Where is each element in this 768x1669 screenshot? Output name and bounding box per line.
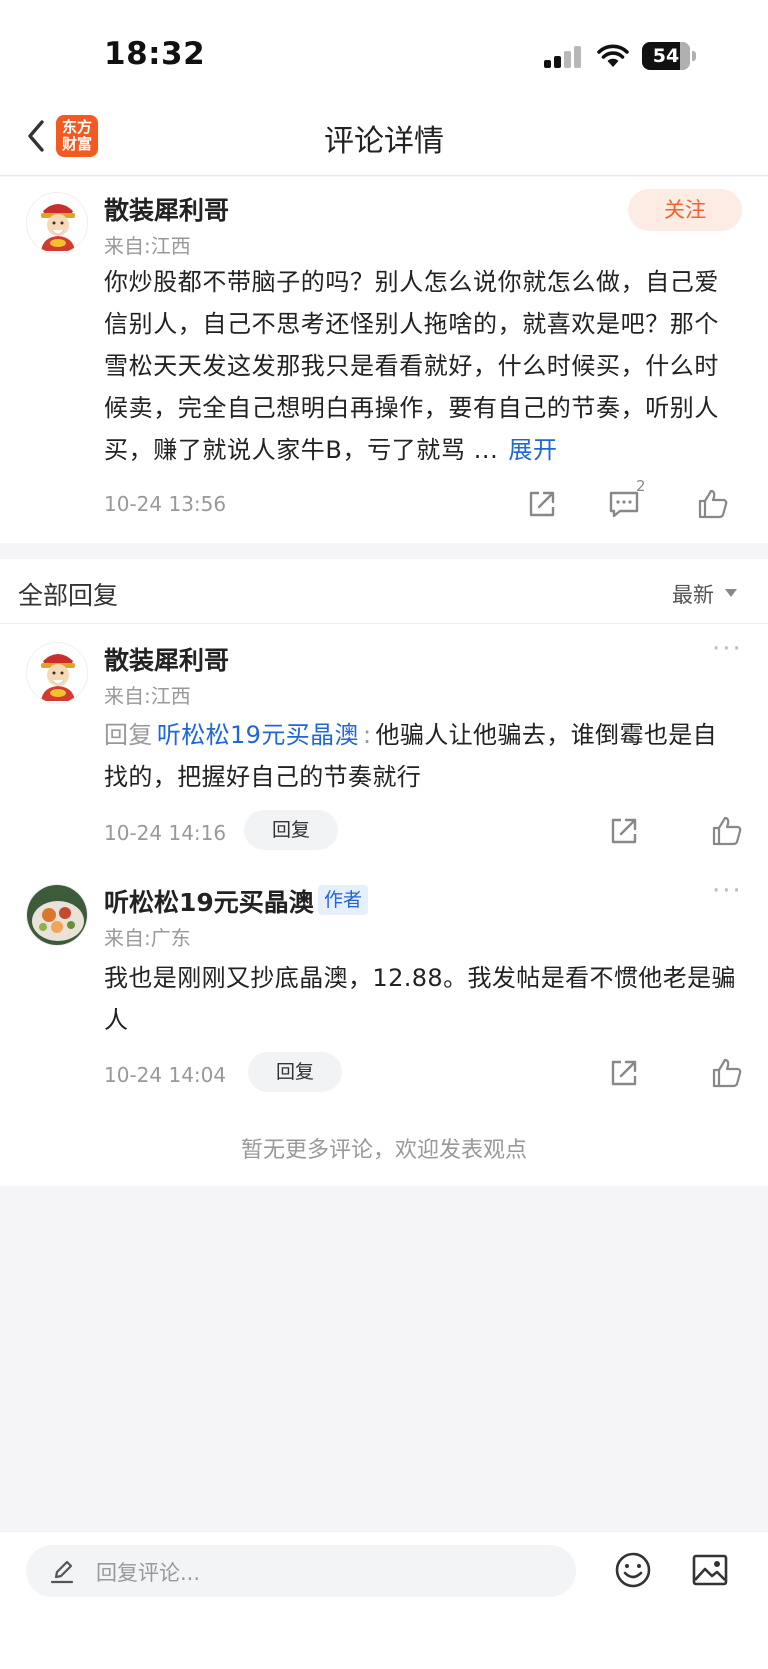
- avatar[interactable]: [26, 884, 88, 946]
- reply-body: 我也是刚刚又抄底晶澳，12.88。我发帖是看不惯他老是骗人: [104, 964, 736, 1034]
- like-icon[interactable]: [710, 1056, 744, 1090]
- share-icon[interactable]: [607, 814, 641, 848]
- page-title: 评论详情: [324, 124, 444, 159]
- location: 来自:江西: [104, 684, 191, 708]
- caishen-avatar-icon: [27, 643, 87, 703]
- cellular-signal-icon: [544, 44, 584, 68]
- like-icon[interactable]: [710, 814, 744, 848]
- reply-text: 回复 听松松19元买晶澳: 他骗人让他骗去，谁倒霉也是自找的，把握好自己的节奏就行: [104, 714, 740, 798]
- food-photo-avatar-icon: [27, 885, 87, 945]
- replies-header: 全部回复 最新: [0, 559, 768, 624]
- reply-input[interactable]: 回复评论...: [26, 1545, 576, 1597]
- bottom-input-bar: 回复评论...: [0, 1531, 768, 1669]
- sort-select[interactable]: 最新: [672, 579, 714, 609]
- author-tag: 作者: [318, 885, 369, 915]
- comment-count: 2: [636, 477, 646, 495]
- more-icon[interactable]: ···: [712, 634, 743, 664]
- share-icon[interactable]: [607, 1056, 641, 1090]
- battery-icon: 54: [642, 42, 690, 70]
- expand-link[interactable]: 展开: [508, 436, 557, 464]
- follow-button[interactable]: 关注: [628, 189, 742, 231]
- status-time: 18:32: [104, 36, 206, 72]
- share-icon[interactable]: [525, 487, 559, 521]
- emoji-icon[interactable]: [613, 1550, 653, 1590]
- reply-prefix: 回复: [104, 721, 153, 749]
- replies-list: 散装犀利哥 ··· 来自:江西 回复 听松松19元买晶澳: 他骗人让他骗去，谁倒霉也…: [0, 624, 768, 1186]
- main-comment: 散装犀利哥 来自:江西 关注 你炒股都不带脑子的吗？别人怎么说你就怎么做，自己爱…: [0, 177, 768, 543]
- comment-time: 10-24 13:56: [104, 492, 227, 516]
- battery-level: 54: [652, 45, 680, 67]
- pencil-icon: [50, 1560, 74, 1584]
- username[interactable]: 听松松19元买晶澳: [104, 883, 314, 919]
- battery-nub: [692, 51, 696, 61]
- status-bar: 18:32 54: [0, 0, 768, 100]
- reply-time: 10-24 14:16: [104, 821, 227, 845]
- reply-button[interactable]: 回复: [244, 810, 338, 850]
- reply-button[interactable]: 回复: [248, 1052, 342, 1092]
- reply-time: 10-24 14:04: [104, 1063, 227, 1087]
- avatar[interactable]: [26, 192, 88, 254]
- replies-title: 全部回复: [18, 581, 119, 610]
- comment-body: 你炒股都不带脑子的吗？别人怎么说你就怎么做，自己爱信别人，自己不思考还怪别人拖啥…: [104, 268, 719, 464]
- username[interactable]: 散装犀利哥: [104, 191, 229, 227]
- wifi-icon: [597, 44, 629, 67]
- reply-text: 我也是刚刚又抄底晶澳，12.88。我发帖是看不惯他老是骗人: [104, 957, 740, 1041]
- caret-down-icon[interactable]: [725, 589, 737, 597]
- location: 来自:广东: [104, 926, 191, 950]
- reply-input-placeholder: 回复评论...: [96, 1561, 201, 1585]
- avatar[interactable]: [26, 642, 88, 704]
- username[interactable]: 散装犀利哥: [104, 641, 229, 677]
- like-icon[interactable]: [696, 487, 730, 521]
- caishen-avatar-icon: [27, 193, 87, 253]
- more-icon[interactable]: ···: [712, 876, 743, 906]
- image-icon[interactable]: [690, 1551, 730, 1589]
- nav-bar: 东方 财富 评论详情: [0, 100, 768, 176]
- comment-text: 你炒股都不带脑子的吗？别人怎么说你就怎么做，自己爱信别人，自己不思考还怪别人拖啥…: [104, 261, 736, 471]
- reply-separator: :: [362, 721, 372, 749]
- location: 来自:江西: [104, 234, 191, 258]
- end-note: 暂无更多评论，欢迎发表观点: [240, 1138, 527, 1163]
- reply-target-user[interactable]: 听松松19元买晶澳: [157, 721, 359, 749]
